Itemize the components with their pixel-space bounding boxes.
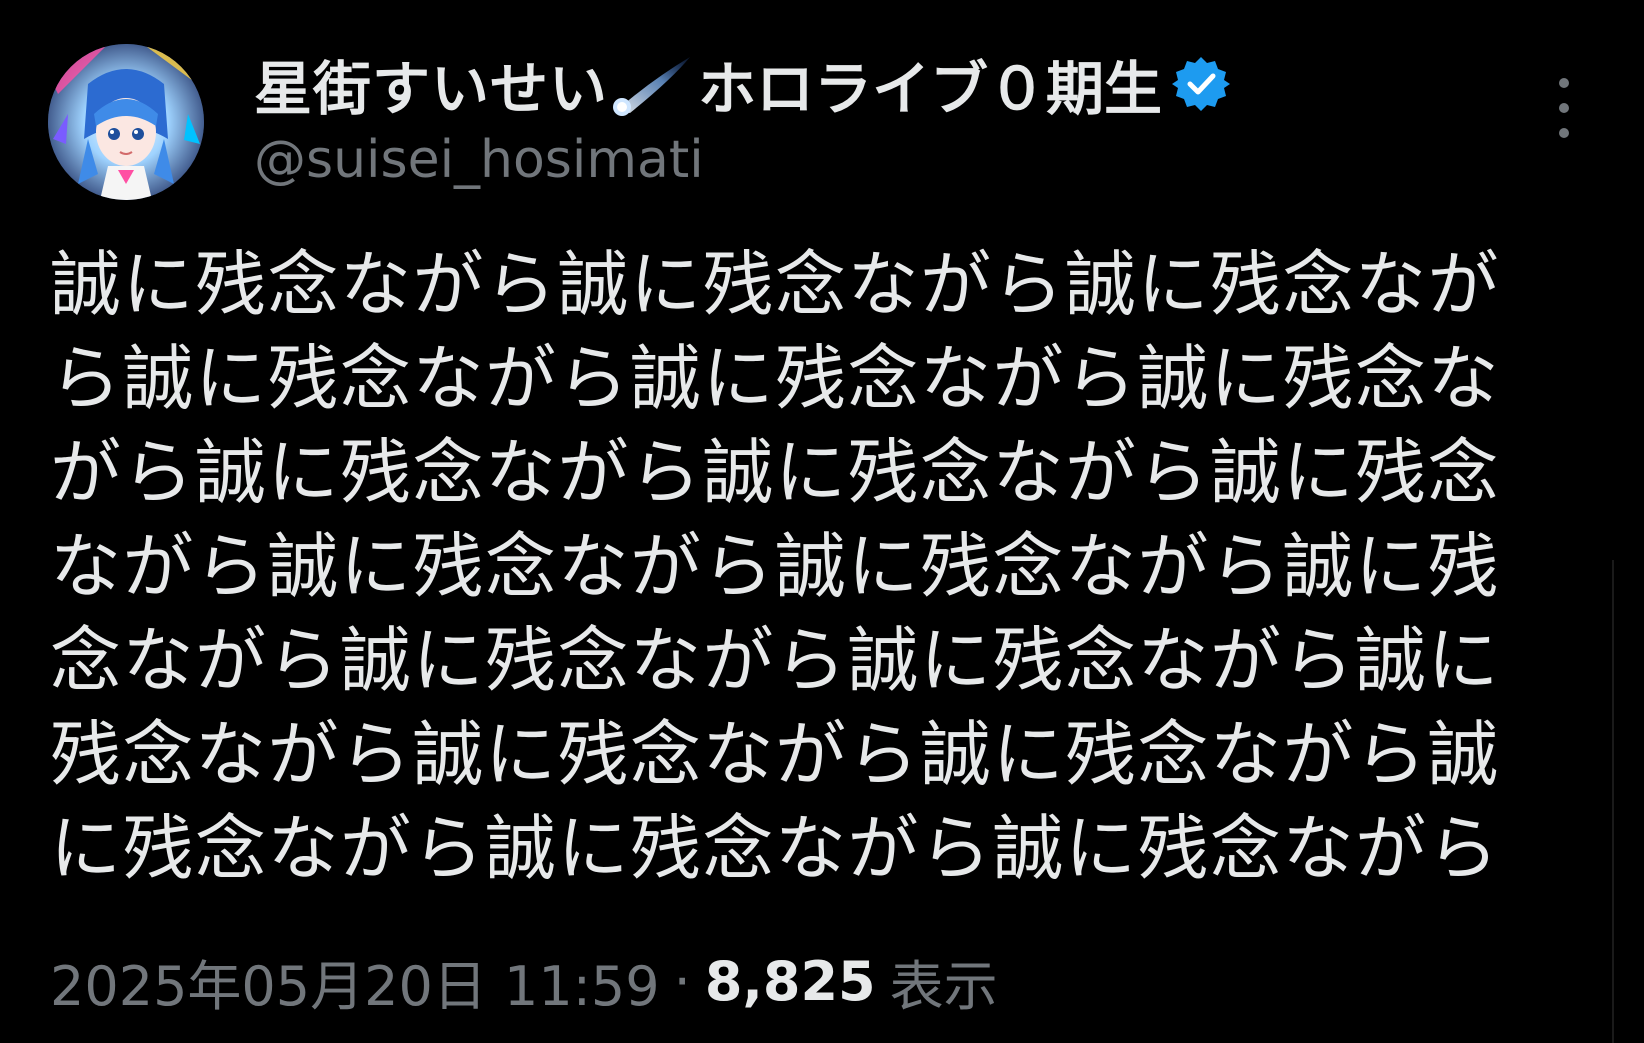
verified-badge-icon — [1172, 55, 1231, 113]
view-label: 表示 — [889, 954, 998, 1018]
comet-icon — [610, 51, 696, 117]
tweet-text-line: 誠に残念ながら誠に残念ながら誠に残念なが — [50, 243, 1501, 326]
divider — [1612, 560, 1614, 1043]
more-dot — [1559, 78, 1569, 88]
tweet-text-line: ながら誠に残念ながら誠に残念ながら誠に残 — [50, 525, 1501, 608]
separator-dot: · — [673, 949, 691, 1013]
more-vertical-icon[interactable] — [1546, 78, 1582, 138]
tweet-text-line: に残念ながら誠に残念ながら誠に残念ながら — [50, 807, 1501, 890]
avatar-image — [48, 44, 204, 200]
tweet-text-line: 念ながら誠に残念ながら誠に残念ながら誠に — [50, 619, 1501, 702]
author-display-name-suffix[interactable]: ホロライブ０期生 — [698, 42, 1162, 126]
tweet-text-line: がら誠に残念ながら誠に残念ながら誠に残念 — [50, 431, 1501, 514]
view-count[interactable]: 8,825 — [705, 950, 876, 1013]
tweet-text: 誠に残念ながら誠に残念ながら誠に残念なが ら誠に残念ながら誠に残念ながら誠に残念… — [50, 238, 1550, 896]
author-display-name[interactable]: 星街すいせい — [254, 42, 608, 126]
author-handle[interactable]: @suisei_hosimati — [254, 130, 704, 190]
more-dot — [1559, 103, 1569, 113]
avatar[interactable] — [48, 44, 204, 200]
timestamp[interactable]: 2025年05月20日 11:59 — [50, 942, 660, 1021]
tweet-metadata: 2025年05月20日 11:59 · 8,825 表示 — [50, 946, 998, 1018]
more-dot — [1559, 128, 1569, 138]
tweet-text-line: 残念ながら誠に残念ながら誠に残念ながら誠 — [50, 713, 1501, 796]
tweet-text-line: ら誠に残念ながら誠に残念ながら誠に残念な — [50, 337, 1501, 420]
tweet: 星街すいせい ホロライブ０期生 @suisei_hosimati 誠に残念ながら… — [0, 0, 1644, 1043]
author-name-row[interactable]: 星街すいせい ホロライブ０期生 — [254, 42, 1231, 126]
